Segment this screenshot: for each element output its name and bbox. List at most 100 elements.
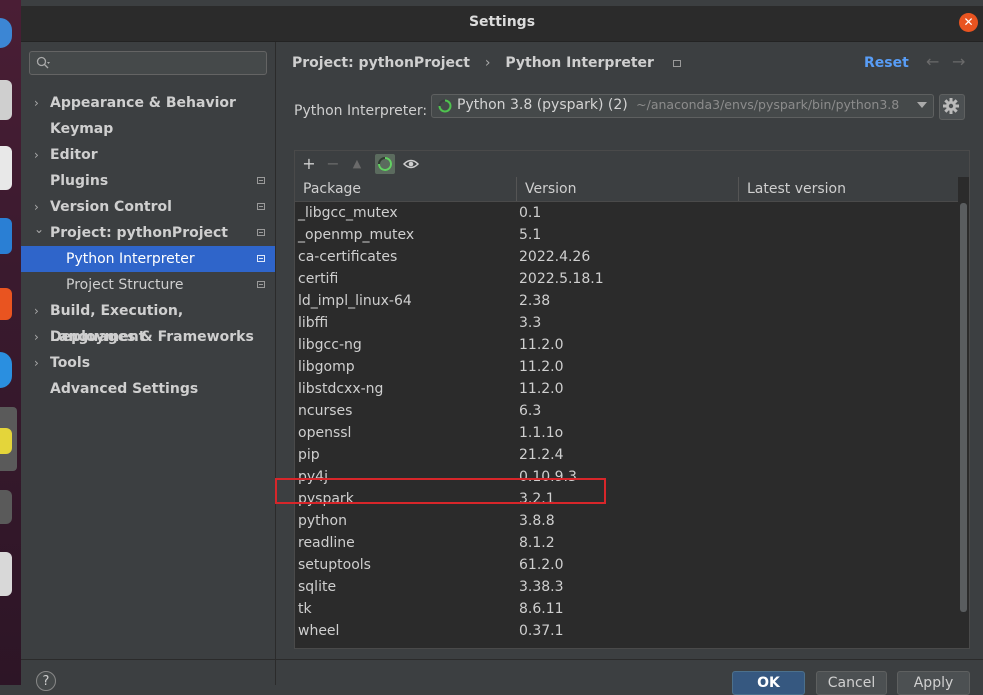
sidebar-item[interactable]: › Version Control: [21, 194, 275, 220]
table-row[interactable]: readline 8.1.2: [295, 532, 958, 554]
column-header-version[interactable]: Version: [517, 177, 739, 201]
table-row[interactable]: python 3.8.8: [295, 510, 958, 532]
dock-app-icon[interactable]: [0, 288, 12, 320]
package-name-cell: ld_impl_linux-64: [298, 293, 412, 309]
sidebar-item[interactable]: › Editor: [21, 142, 275, 168]
apply-button[interactable]: Apply: [897, 671, 970, 695]
settings-sidebar: › Appearance & Behavior Keymap › Editor Plugi…: [21, 42, 276, 685]
sidebar-item[interactable]: Keymap: [21, 116, 275, 142]
table-row[interactable]: ca-certificates 2022.4.26: [295, 246, 958, 268]
package-name-cell: openssl: [298, 425, 352, 441]
sidebar-item[interactable]: Plugins: [21, 168, 275, 194]
back-arrow-icon[interactable]: ←: [926, 52, 939, 71]
dock-app-icon[interactable]: [0, 218, 12, 254]
chevron-right-icon[interactable]: ›: [34, 298, 46, 324]
dock-app-icon[interactable]: [0, 146, 12, 190]
chevron-right-icon[interactable]: ›: [34, 350, 46, 376]
column-header-latest-version[interactable]: Latest version: [739, 177, 958, 201]
sidebar-item[interactable]: › Build, Execution, Deployment: [21, 298, 275, 345]
package-name-cell: _openmp_mutex: [298, 227, 415, 243]
table-row[interactable]: setuptools 61.2.0: [295, 554, 958, 576]
table-row[interactable]: sqlite 3.38.3: [295, 576, 958, 598]
column-header-package[interactable]: Package: [295, 177, 517, 201]
breadcrumb-separator: ›: [484, 55, 491, 71]
search-icon: [36, 56, 50, 69]
dock-app-icon[interactable]: [0, 80, 12, 120]
chevron-down-icon: [917, 102, 927, 108]
table-row[interactable]: _openmp_mutex 5.1: [295, 224, 958, 246]
package-name-cell: ncurses: [298, 403, 353, 419]
package-version-cell: 3.38.3: [519, 579, 564, 595]
refresh-button[interactable]: [375, 154, 395, 174]
dock-app-icon[interactable]: [0, 552, 12, 596]
interpreter-dropdown[interactable]: Python 3.8 (pyspark) (2) ~/anaconda3/env…: [431, 94, 934, 118]
sidebar-item-label: Editor: [50, 147, 98, 163]
table-row[interactable]: certifi 2022.5.18.1: [295, 268, 958, 290]
settings-tree: › Appearance & Behavior Keymap › Editor Plugi…: [21, 90, 275, 402]
forward-arrow-icon[interactable]: →: [952, 52, 965, 71]
sidebar-item-label: Plugins: [50, 173, 109, 189]
table-row[interactable]: ld_impl_linux-64 2.38: [295, 290, 958, 312]
table-row[interactable]: libffi 3.3: [295, 312, 958, 334]
table-row[interactable]: pip 21.2.4: [295, 444, 958, 466]
sidebar-item[interactable]: ⌄ Project: pythonProject: [21, 220, 275, 246]
chevron-right-icon[interactable]: ›: [34, 90, 46, 116]
show-early-releases-button[interactable]: [401, 154, 421, 174]
sidebar-item[interactable]: Advanced Settings: [21, 376, 275, 402]
package-name-cell: setuptools: [298, 557, 371, 573]
gear-button[interactable]: [939, 94, 965, 120]
chevron-right-icon[interactable]: ›: [34, 142, 46, 168]
vertical-scrollbar[interactable]: [958, 202, 968, 647]
sidebar-item-label: Project: pythonProject: [50, 225, 229, 241]
sidebar-item[interactable]: › Tools: [21, 350, 275, 376]
table-row[interactable]: libstdcxx-ng 11.2.0: [295, 378, 958, 400]
reset-button[interactable]: Reset: [864, 55, 909, 71]
sidebar-item[interactable]: Python Interpreter: [21, 246, 275, 272]
highlight-annotation: [275, 478, 606, 504]
dock-app-icon[interactable]: [0, 18, 12, 48]
cancel-button[interactable]: Cancel: [816, 671, 887, 695]
package-version-cell: 11.2.0: [519, 381, 564, 397]
interpreter-label: Python Interpreter:: [294, 103, 428, 119]
dock-app-icon[interactable]: [0, 490, 12, 524]
remove-package-button[interactable]: −: [323, 154, 343, 174]
interpreter-value: Python 3.8 (pyspark) (2) ~/anaconda3/env…: [457, 97, 899, 113]
add-package-button[interactable]: +: [299, 154, 319, 174]
breadcrumb-project[interactable]: Project: pythonProject: [292, 55, 470, 71]
chevron-down-icon[interactable]: ⌄: [34, 216, 46, 242]
package-version-cell: 11.2.0: [519, 359, 564, 375]
package-name-cell: _libgcc_mutex: [298, 205, 398, 221]
package-name-cell: python: [298, 513, 347, 529]
project-level-icon: [672, 59, 681, 67]
package-name-cell: wheel: [298, 623, 340, 639]
package-version-cell: 5.1: [519, 227, 542, 243]
sidebar-item[interactable]: › Languages & Frameworks: [21, 324, 275, 350]
upgrade-package-button[interactable]: ▲: [347, 154, 367, 174]
dock-app-icon[interactable]: [0, 428, 12, 454]
close-button[interactable]: ✕: [959, 13, 978, 32]
package-version-cell: 21.2.4: [519, 447, 564, 463]
sidebar-item[interactable]: › Appearance & Behavior: [21, 90, 275, 116]
help-button[interactable]: ?: [36, 671, 56, 691]
table-row[interactable]: wheel 0.37.1: [295, 620, 958, 642]
scrollbar-thumb[interactable]: [960, 203, 967, 612]
refresh-icon: [378, 157, 392, 171]
main-panel: Project: pythonProject › Python Interpre…: [276, 42, 983, 685]
sidebar-item-label: Languages & Frameworks: [50, 329, 254, 345]
table-row[interactable]: ncurses 6.3: [295, 400, 958, 422]
package-name-cell: libffi: [298, 315, 329, 331]
table-row[interactable]: tk 8.6.11: [295, 598, 958, 620]
desktop-dock: [0, 0, 21, 685]
table-row[interactable]: libgcc-ng 11.2.0: [295, 334, 958, 356]
package-version-cell: 2022.5.18.1: [519, 271, 604, 287]
table-row[interactable]: libgomp 11.2.0: [295, 356, 958, 378]
sidebar-item[interactable]: Project Structure: [21, 272, 275, 298]
search-input[interactable]: [29, 51, 267, 75]
gear-icon: [943, 98, 959, 114]
table-row[interactable]: openssl 1.1.1o: [295, 422, 958, 444]
chevron-right-icon[interactable]: ›: [34, 324, 46, 350]
project-level-icon: [257, 281, 265, 288]
dock-app-icon[interactable]: [0, 352, 12, 388]
table-row[interactable]: _libgcc_mutex 0.1: [295, 202, 958, 224]
ok-button[interactable]: OK: [732, 671, 805, 695]
